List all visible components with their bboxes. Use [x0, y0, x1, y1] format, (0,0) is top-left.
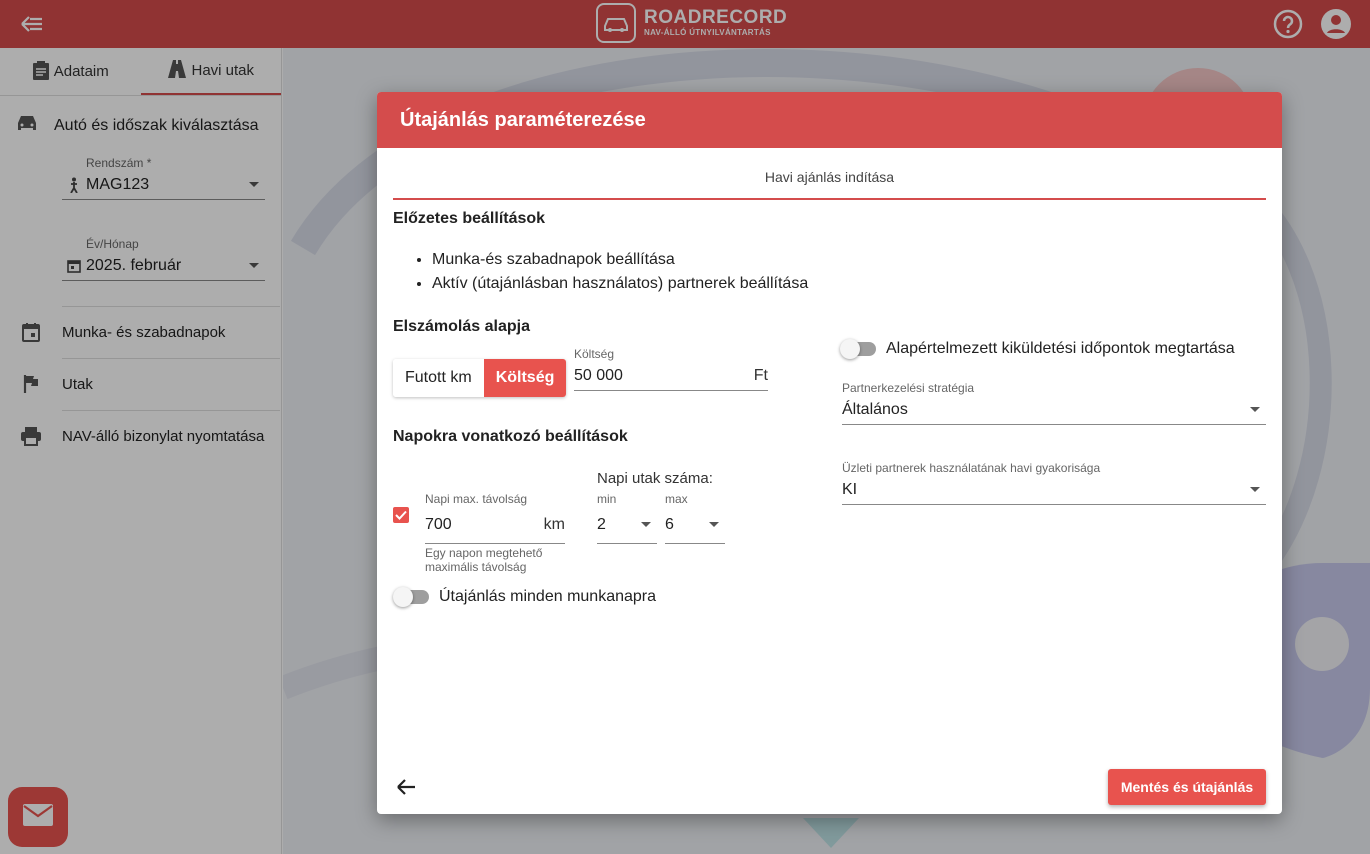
every-workday-switch[interactable]: Útajánlás minden munkanapra [393, 587, 657, 607]
step-monthly-start: Havi ajánlás indítása [393, 156, 1266, 200]
dialog-title: Útajánlás paraméterezése [377, 92, 1282, 148]
strategy-value: Általános [842, 400, 908, 418]
strategy-select[interactable]: Partnerkezelési stratégia Általános [842, 381, 1266, 425]
every-workday-label: Útajánlás minden munkanapra [439, 588, 657, 605]
chevron-down-icon [641, 522, 651, 527]
max-distance-value: 700 [425, 515, 452, 533]
prior-settings-list: Munka-és szabadnapok beállítása Aktív (ú… [414, 248, 808, 296]
min-trips-select[interactable]: min 2 [597, 492, 657, 544]
max-value: 6 [665, 515, 674, 533]
option-cost[interactable]: Költség [483, 359, 567, 397]
switch-knob [393, 587, 413, 607]
switch-knob [840, 339, 860, 359]
list-item: Aktív (útajánlásban használatos) partner… [432, 272, 808, 296]
billing-basis-toggle: Futott km Költség [393, 359, 567, 397]
cost-unit: Ft [753, 366, 768, 384]
max-distance-input[interactable]: Napi max. távolság 700 km [425, 492, 565, 544]
billing-title: Elszámolás alapja [393, 318, 530, 335]
keep-times-label: Alapértelmezett kiküldetési időpontok me… [886, 340, 1235, 357]
max-distance-unit: km [543, 515, 565, 533]
max-distance-checkbox[interactable] [393, 507, 409, 523]
max-label: max [665, 492, 688, 506]
app-root: ROADRECORD NAV-ÁLLÓ ÚTNYILVÁNTARTÁS Adat… [0, 0, 1370, 854]
daily-trips-title: Napi utak száma: [597, 470, 713, 487]
cost-input[interactable]: Költség 50 000 Ft [574, 347, 768, 391]
frequency-value: KI [842, 480, 858, 498]
prior-settings-title: Előzetes beállítások [393, 210, 546, 227]
daily-settings-title: Napokra vonatkozó beállítások [393, 428, 628, 445]
check-icon [395, 510, 407, 520]
strategy-label: Partnerkezelési stratégia [842, 381, 975, 395]
min-label: min [597, 492, 617, 506]
max-trips-select[interactable]: max 6 [665, 492, 725, 544]
save-and-suggest-button[interactable]: Mentés és útajánlás [1108, 769, 1266, 805]
back-arrow-icon[interactable] [395, 776, 417, 798]
min-value: 2 [597, 515, 606, 533]
option-driven-km[interactable]: Futott km [393, 359, 484, 397]
keep-times-switch[interactable]: Alapértelmezett kiküldetési időpontok me… [840, 339, 1235, 359]
cost-label: Költség [574, 347, 615, 361]
route-suggestion-dialog: Útajánlás paraméterezése Havi ajánlás in… [377, 92, 1282, 814]
max-distance-hint: Egy napon megtehető maximális távolság [425, 546, 543, 574]
switch-track [840, 339, 876, 359]
cost-value: 50 000 [574, 366, 623, 384]
max-distance-label: Napi max. távolság [425, 492, 528, 506]
frequency-label: Üzleti partnerek használatának havi gyak… [842, 461, 1101, 475]
chevron-down-icon [1250, 487, 1260, 492]
step-label: Havi ajánlás indítása [764, 169, 895, 185]
list-item: Munka-és szabadnapok beállítása [432, 248, 808, 272]
frequency-select[interactable]: Üzleti partnerek használatának havi gyak… [842, 461, 1266, 505]
chevron-down-icon [1250, 407, 1260, 412]
chevron-down-icon [709, 522, 719, 527]
switch-track [393, 587, 429, 607]
